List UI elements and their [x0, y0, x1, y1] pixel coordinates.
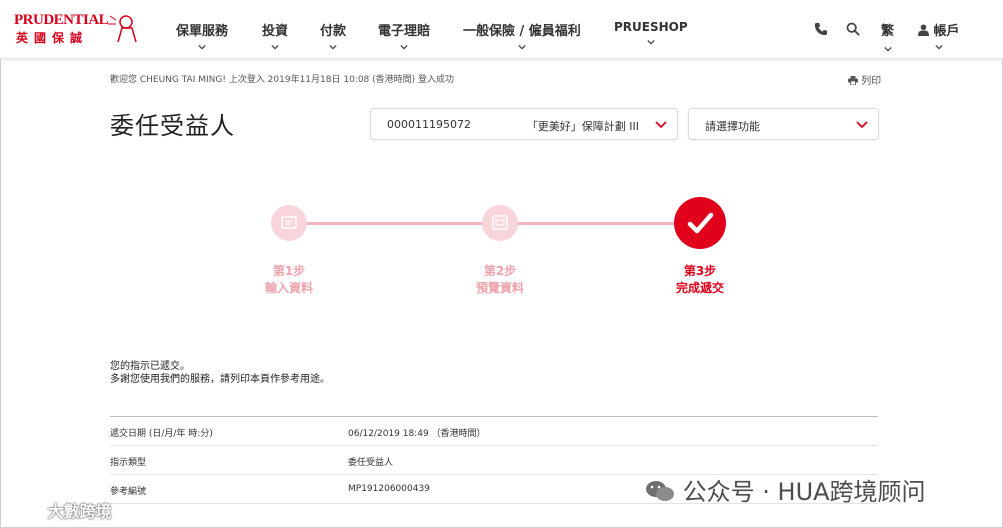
nav-investment[interactable]: 投資 [262, 20, 288, 51]
nav-label: 付款 [320, 24, 347, 39]
logo-figure-icon [108, 15, 137, 43]
watermark2-text: 大數跨境 [47, 502, 112, 521]
nav-label: 一般保險 / 僱員福利 [463, 24, 581, 39]
step-1-desc: 輸入資料 [264, 281, 313, 295]
top-navbar: PRUDENTIAL 英國保誠 保單服務 投資 付款 電子理賠 一般保險 / 僱… [0, 0, 1003, 59]
step-2-title: 第2步 [483, 264, 517, 278]
watermark-logo-icon [7, 504, 35, 518]
language-toggle[interactable]: 繁 [881, 20, 894, 53]
step-connector-1 [289, 222, 500, 225]
policy-plan: 「更美好」保障計劃 III [526, 120, 639, 133]
step-2-label: 第2步 預覽資料 [440, 263, 560, 297]
chevron-down-icon [518, 44, 526, 50]
phone-icon [814, 22, 828, 36]
phone-button[interactable] [814, 22, 828, 40]
chevron-down-icon [400, 44, 408, 50]
form-input-icon [281, 216, 297, 229]
table-row: 遞交日期 (日/月/年 時:分) 06/12/2019 18:49 （香港時間） [110, 416, 878, 446]
user-icon [918, 24, 929, 36]
step-2-desc: 預覽資料 [475, 281, 524, 295]
detail-value: 06/12/2019 18:49 （香港時間） [348, 429, 486, 439]
nav-prueshop[interactable]: PRUESHOP [614, 20, 688, 46]
policy-select[interactable]: 000011195072 「更美好」保障計劃 III [370, 108, 678, 140]
account-label: 帳戶 [933, 24, 960, 39]
print-label: 列印 [861, 76, 882, 87]
step-3-desc: 完成遞交 [675, 281, 724, 295]
policy-number: 000011195072 [387, 118, 471, 131]
corner-watermark: 大數跨境 [6, 498, 112, 522]
preview-icon [492, 215, 508, 230]
function-placeholder: 請選擇功能 [705, 120, 760, 133]
wechat-icon [646, 481, 674, 501]
confirmation-message: 您的指示已遞交。 多謝您使用我們的服務，請列印本頁作參考用途。 [110, 360, 330, 386]
step-connector-2 [500, 222, 700, 225]
step-1-circle [271, 205, 307, 241]
detail-value: MP191206000439 [348, 484, 430, 494]
step-1-title: 第1步 [272, 264, 306, 278]
chevron-down-icon [647, 39, 655, 45]
step-3-title: 第3步 [683, 264, 717, 278]
language-label: 繁 [881, 24, 895, 39]
search-button[interactable] [846, 22, 860, 40]
function-select[interactable]: 請選擇功能 [688, 108, 879, 140]
print-link[interactable]: 列印 [848, 72, 881, 87]
nav-label: PRUESHOP [614, 20, 688, 34]
step-2-circle [482, 205, 518, 241]
nav-general-insurance[interactable]: 一般保險 / 僱員福利 [463, 20, 581, 51]
chevron-down-icon [655, 121, 667, 129]
checkmark-icon [687, 212, 714, 234]
nav-payment[interactable]: 付款 [320, 20, 346, 51]
detail-label: 指示類型 [110, 458, 147, 468]
watermark-text: 公众号 · HUA跨境顾问 [682, 478, 926, 506]
prudential-logo[interactable]: PRUDENTIAL 英國保誠 [14, 12, 139, 46]
account-menu[interactable]: 帳戶 [918, 20, 960, 51]
chevron-down-icon [198, 44, 206, 50]
logo-cn: 英國保誠 [16, 31, 89, 45]
chevron-down-icon [883, 46, 892, 52]
logo-brand: PRUDENTIAL [14, 12, 109, 28]
nav-label: 保單服務 [176, 24, 229, 39]
chevron-down-icon [271, 44, 279, 50]
search-icon [846, 22, 860, 36]
step-1-label: 第1步 輸入資料 [229, 263, 349, 297]
confirmation-line-1: 您的指示已遞交。 [110, 361, 190, 372]
step-3-label: 第3步 完成遞交 [640, 263, 760, 297]
nav-eclaims[interactable]: 電子理賠 [378, 20, 430, 51]
chevron-down-icon [329, 44, 337, 50]
detail-label: 參考編號 [110, 487, 147, 497]
wechat-watermark: 公众号 · HUA跨境顾问 [645, 472, 926, 507]
chevron-down-icon [935, 44, 943, 50]
detail-label: 遞交日期 (日/月/年 時:分) [110, 429, 213, 439]
chevron-down-icon [856, 121, 868, 129]
nav-label: 投資 [262, 24, 289, 39]
last-login-info: 歡迎您 CHEUNG TAI MING! 上次登入 2019年11月18日 10… [110, 75, 455, 85]
nav-label: 電子理賠 [378, 24, 431, 39]
nav-policy-services[interactable]: 保單服務 [176, 20, 228, 51]
table-row: 指示類型 委任受益人 [110, 446, 878, 475]
step-3-circle [674, 197, 726, 249]
page-title: 委任受益人 [110, 112, 235, 140]
printer-icon [848, 76, 858, 86]
confirmation-line-2: 多謝您使用我們的服務，請列印本頁作參考用途。 [110, 374, 330, 385]
detail-value: 委任受益人 [348, 458, 394, 468]
